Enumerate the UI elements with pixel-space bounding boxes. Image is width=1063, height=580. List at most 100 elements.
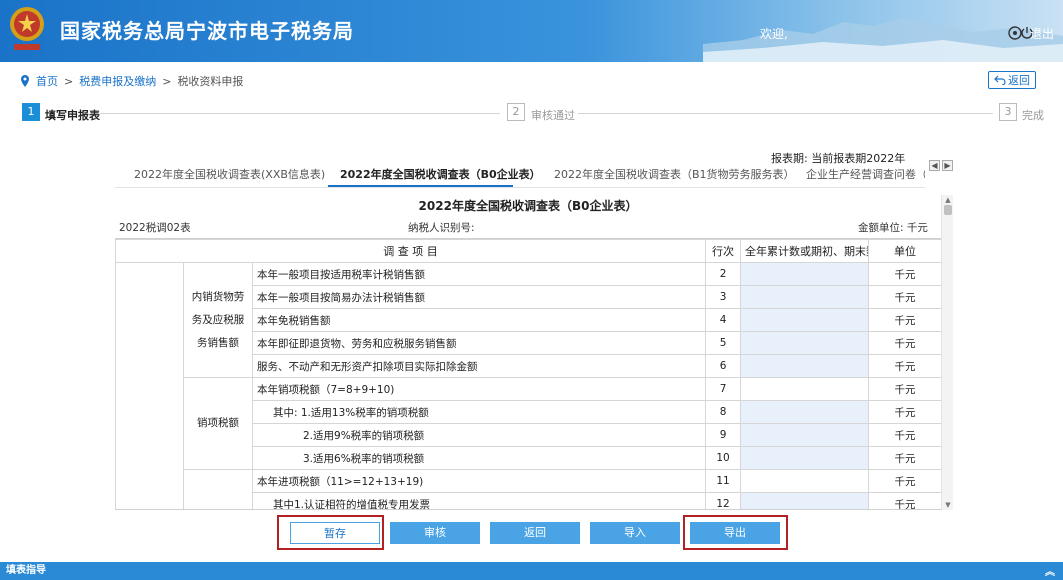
- back-top-button[interactable]: 返回: [988, 71, 1036, 89]
- save-draft-button[interactable]: 暂存: [290, 522, 380, 544]
- table-header-row: 调 查 项 目 行次 全年累计数或期初、期末数 单位: [115, 239, 941, 263]
- row-item: 本年免税销售额: [251, 308, 707, 332]
- tax-bureau-emblem: [10, 7, 44, 50]
- blank-outer-cell: [115, 262, 184, 509]
- row-unit: 千元: [868, 331, 941, 355]
- breadcrumb: 首页 > 税费申报及缴纳 > 税收资料申报: [20, 73, 243, 89]
- breadcrumb-separator: >: [162, 74, 172, 88]
- form-meta: 2022税调02表 纳税人识别号: 金额单位: 千元: [115, 220, 935, 234]
- row-value-input[interactable]: [740, 492, 870, 509]
- form-tabs: 2022年度全国税收调查表(XXB信息表) 2022年度全国税收调查表（B0企业…: [115, 158, 925, 188]
- category-output-tax: 销项税额: [183, 377, 253, 470]
- scroll-up-icon[interactable]: ▲: [943, 195, 953, 205]
- back-button[interactable]: 返回: [490, 522, 580, 544]
- logout-link[interactable]: 退出: [1030, 25, 1054, 42]
- row-line: 12: [705, 492, 742, 509]
- category-input-tax: [183, 469, 253, 509]
- row-item: 本年进项税额（11>=12+13+19): [251, 469, 707, 493]
- tab-b0[interactable]: 2022年度全国税收调查表（B0企业表）: [340, 166, 541, 182]
- row-item: 本年销项税额（7=8+9+10): [251, 377, 707, 401]
- step-3-number: 3: [999, 103, 1017, 121]
- table-row: 本年进项税额（11>=12+13+19) 11 千元: [116, 469, 941, 509]
- tab-scroll-right-icon[interactable]: ▶: [942, 160, 953, 171]
- tab-xxb[interactable]: 2022年度全国税收调查表(XXB信息表): [134, 166, 325, 182]
- header-unit: 单位: [868, 239, 941, 263]
- survey-table-container: 调 查 项 目 行次 全年累计数或期初、期末数 单位 内销货物劳务及应税服务销售…: [115, 238, 941, 510]
- header-item: 调 查 项 目: [115, 239, 707, 263]
- table-row: 内销货物劳务及应税服务销售额 本年一般项目按适用税率计税销售额 2 千元: [115, 262, 941, 509]
- expand-up-icon[interactable]: ︽: [1045, 564, 1055, 580]
- category-sales: 内销货物劳务及应税服务销售额: [183, 262, 253, 378]
- row-line: 4: [705, 308, 742, 332]
- breadcrumb-current: 税收资料申报: [177, 75, 244, 88]
- welcome-text: 欢迎,: [760, 27, 788, 41]
- header-value: 全年累计数或期初、期末数: [740, 239, 870, 263]
- row-line: 5: [705, 331, 742, 355]
- row-line: 2: [705, 262, 742, 286]
- progress-steps: 1 填写申报表 2 审核通过 3 完成: [0, 102, 1063, 124]
- table-scrollbar[interactable]: ▲ ▼: [941, 195, 953, 510]
- back-arrow-icon: [994, 75, 1006, 85]
- form-code: 2022税调02表: [119, 222, 191, 234]
- step-1-number: 1: [22, 103, 40, 121]
- breadcrumb-home[interactable]: 首页: [36, 73, 58, 89]
- row-item: 其中: 1.适用13%税率的销项税额: [251, 400, 707, 424]
- location-pin-icon: [21, 75, 29, 87]
- step-divider: [100, 113, 500, 114]
- row-value-input[interactable]: [740, 331, 870, 355]
- amount-unit-label: 金额单位: 千元: [858, 222, 928, 234]
- row-value-input[interactable]: [740, 400, 870, 424]
- row-unit: 千元: [868, 354, 941, 378]
- row-unit: 千元: [868, 308, 941, 332]
- taxpayer-id-label: 纳税人识别号:: [408, 222, 475, 234]
- site-header: 国家税务总局宁波市电子税务局 欢迎, 退出: [0, 0, 1063, 62]
- step-1-label: 填写申报表: [45, 109, 100, 122]
- row-unit: 千元: [868, 446, 941, 470]
- tab-questionnaire[interactable]: 企业生产经营调查问卷（20: [806, 166, 925, 182]
- export-button[interactable]: 导出: [690, 522, 780, 544]
- row-unit: 千元: [868, 377, 941, 401]
- row-value-input[interactable]: [740, 423, 870, 447]
- audit-button[interactable]: 审核: [390, 522, 480, 544]
- header-line: 行次: [705, 239, 742, 263]
- row-unit: 千元: [868, 285, 941, 309]
- row-item: 本年一般项目按适用税率计税销售额: [251, 262, 707, 286]
- row-unit: 千元: [868, 262, 941, 286]
- tab-scroll-left-icon[interactable]: ◀: [929, 160, 940, 171]
- row-line: 10: [705, 446, 742, 470]
- row-item: 3.适用6%税率的销项税额: [251, 446, 707, 470]
- table-row: 销项税额 本年销项税额（7=8+9+10) 7 千元: [116, 377, 941, 470]
- row-line: 8: [705, 400, 742, 424]
- row-value-input[interactable]: [740, 354, 870, 378]
- row-value-input[interactable]: [740, 308, 870, 332]
- import-button[interactable]: 导入: [590, 522, 680, 544]
- row-line: 6: [705, 354, 742, 378]
- row-unit: 千元: [868, 469, 941, 493]
- row-value-input[interactable]: [740, 285, 870, 309]
- form-title: 2022年度全国税收调查表（B0企业表）: [418, 199, 638, 213]
- row-line: 11: [705, 469, 742, 493]
- row-item: 其中1.认证相符的增值税专用发票: [251, 492, 707, 509]
- breadcrumb-tax-filing[interactable]: 税费申报及缴纳: [79, 73, 156, 89]
- breadcrumb-separator: >: [64, 74, 74, 88]
- scroll-down-icon[interactable]: ▼: [943, 500, 953, 510]
- row-item: 服务、不动产和无形资产扣除项目实际扣除金额: [251, 354, 707, 378]
- fill-guide-bar[interactable]: 填表指导 ︽: [0, 562, 1063, 580]
- row-value-input[interactable]: [740, 262, 870, 286]
- fill-guide-label: 填表指导: [6, 565, 46, 576]
- row-unit: 千元: [868, 400, 941, 424]
- row-item: 本年一般项目按简易办法计税销售额: [251, 285, 707, 309]
- row-line: 9: [705, 423, 742, 447]
- scroll-thumb[interactable]: [944, 205, 952, 215]
- tab-b1[interactable]: 2022年度全国税收调查表（B1货物劳务服务表）: [554, 166, 795, 182]
- step-divider: [578, 113, 993, 114]
- row-line: 3: [705, 285, 742, 309]
- row-value-readonly: [740, 377, 870, 401]
- row-unit: 千元: [868, 423, 941, 447]
- row-value-readonly: [740, 469, 870, 493]
- site-title: 国家税务总局宁波市电子税务局: [60, 19, 354, 43]
- row-item: 2.适用9%税率的销项税额: [251, 423, 707, 447]
- row-value-input[interactable]: [740, 446, 870, 470]
- step-3-label: 完成: [1022, 109, 1044, 122]
- back-top-label: 返回: [1008, 74, 1030, 87]
